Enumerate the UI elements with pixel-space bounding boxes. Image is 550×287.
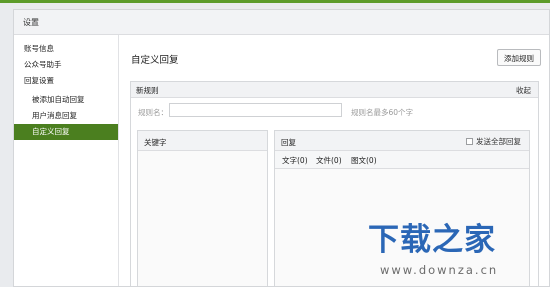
reply-header: 回复 发送全部回复 bbox=[275, 131, 529, 151]
rule-name-hint: 规则名最多60个字 bbox=[351, 108, 414, 117]
watermark: 下载之家 www.downza.cn bbox=[368, 212, 528, 284]
tab-file[interactable]: 文件(0) bbox=[316, 155, 342, 166]
keyword-header: 关键字 bbox=[138, 131, 267, 151]
sidebar-item-custom-reply[interactable]: 自定义回复 bbox=[14, 124, 118, 140]
tab-text[interactable]: 文字(0) bbox=[282, 155, 308, 166]
panel-header: 设置 bbox=[14, 10, 549, 35]
keyword-title: 关键字 bbox=[144, 138, 167, 147]
settings-sidebar: 账号信息 公众号助手 回复设置 被添加自动回复 用户消息回复 自定义回复 bbox=[14, 35, 119, 286]
rule-name-input[interactable] bbox=[169, 103, 342, 117]
collapse-link[interactable]: 收起 bbox=[516, 85, 531, 96]
sidebar-item-message-reply[interactable]: 用户消息回复 bbox=[14, 108, 118, 124]
reply-type-tabs: 文字(0) 文件(0) 图文(0) bbox=[275, 151, 529, 169]
sidebar-item-account-info[interactable]: 账号信息 bbox=[14, 41, 118, 57]
rule-name-label: 规则名： bbox=[138, 108, 168, 117]
sidebar-item-assistant[interactable]: 公众号助手 bbox=[14, 57, 118, 73]
page-title: 自定义回复 bbox=[131, 55, 179, 66]
add-rule-button[interactable]: 添加规则 bbox=[497, 49, 541, 66]
tab-news[interactable]: 图文(0) bbox=[351, 155, 377, 166]
sidebar-item-reply-settings[interactable]: 回复设置 bbox=[14, 73, 118, 89]
send-all-checkbox[interactable] bbox=[466, 138, 473, 145]
rule-title: 新规则 bbox=[136, 86, 159, 95]
watermark-url: www.downza.cn bbox=[380, 263, 499, 277]
top-accent-bar bbox=[0, 0, 550, 3]
sidebar-item-auto-reply[interactable]: 被添加自动回复 bbox=[14, 92, 118, 108]
panel-title: 设置 bbox=[23, 18, 39, 27]
send-all-option[interactable]: 发送全部回复 bbox=[466, 136, 521, 147]
watermark-logo-text: 下载之家 bbox=[368, 222, 496, 258]
reply-title: 回复 bbox=[281, 138, 296, 147]
keyword-panel: 关键字 bbox=[137, 130, 268, 286]
send-all-label: 发送全部回复 bbox=[476, 137, 521, 146]
rule-header: 新规则 收起 bbox=[131, 82, 538, 98]
